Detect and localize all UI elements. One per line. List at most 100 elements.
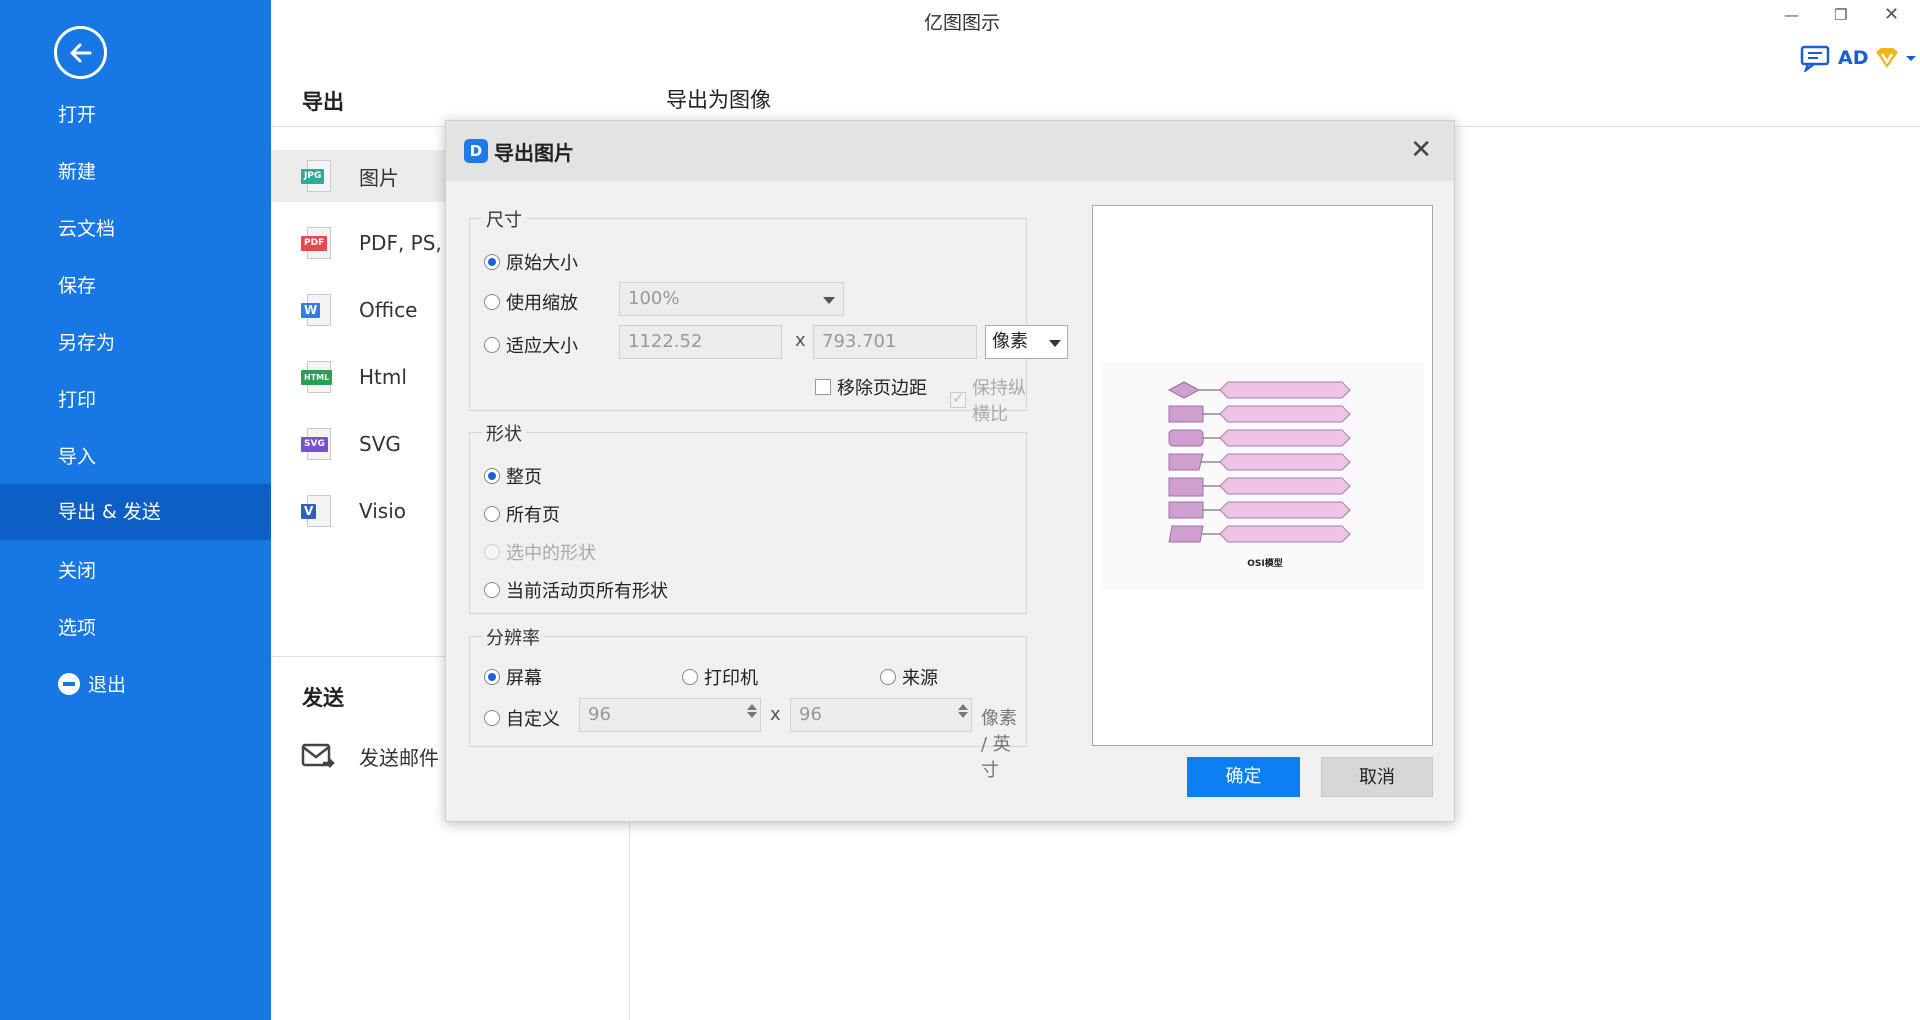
use-scale-radio[interactable] <box>484 294 500 310</box>
option-printer[interactable]: 打印机 <box>682 664 758 690</box>
dpi-y-spinner[interactable] <box>957 702 969 720</box>
format-label: SVG <box>359 432 401 456</box>
sidebar-item-save-as[interactable]: 另存为 <box>0 315 271 371</box>
sidebar-item-options[interactable]: 选项 <box>0 600 271 656</box>
option-label: 整页 <box>506 467 542 488</box>
format-label: 图片 <box>359 165 399 190</box>
shape-group: 形状 整页 所有页 选中的形状 当前活动页所有形状 <box>469 420 1027 614</box>
vip-badge-icon <box>1876 48 1899 68</box>
export-image-dialog: D 导出图片 ✕ 尺寸 原始大小 使用缩放 100% 适应大小 1122.52 … <box>445 120 1455 822</box>
restore-icon[interactable]: ❐ <box>1834 6 1847 24</box>
ok-button[interactable]: 确定 <box>1187 757 1300 797</box>
option-keep-ratio[interactable]: 保持纵横比 <box>950 374 1026 426</box>
dpi-x-input[interactable]: 96 <box>579 698 761 732</box>
osi-diagram-thumbnail: OSI模型 <box>1167 381 1351 569</box>
preview-caption: OSI模型 <box>1247 557 1282 569</box>
send-email-label: 发送邮件 <box>359 745 439 770</box>
option-label: 打印机 <box>704 668 758 689</box>
sidebar-item-label: 退出 <box>88 674 127 696</box>
option-fit-size[interactable]: 适应大小 <box>484 332 578 358</box>
account-area[interactable]: AD <box>1800 44 1917 72</box>
option-active-page-shapes[interactable]: 当前活动页所有形状 <box>484 577 668 603</box>
cancel-button[interactable]: 取消 <box>1321 757 1433 797</box>
chevron-down-icon <box>1906 56 1917 61</box>
option-label: 适应大小 <box>506 336 578 357</box>
sidebar-item-import[interactable]: 导入 <box>0 429 271 485</box>
all-pages-radio[interactable] <box>484 506 500 522</box>
dpi-y-value: 96 <box>799 704 822 725</box>
size-group: 尺寸 原始大小 使用缩放 100% 适应大小 1122.52 x 793.701… <box>469 206 1068 425</box>
keep-ratio-checkbox[interactable] <box>950 389 966 408</box>
arrow-left-icon <box>70 43 91 62</box>
minus-circle-icon <box>58 672 80 695</box>
resolution-group-title: 分辨率 <box>482 624 544 650</box>
back-button[interactable] <box>54 26 107 79</box>
close-window-icon[interactable]: ✕ <box>1884 4 1899 25</box>
option-all-pages[interactable]: 所有页 <box>484 501 560 527</box>
option-custom[interactable]: 自定义 <box>484 705 560 731</box>
fit-size-radio[interactable] <box>484 337 500 353</box>
option-label: 屏幕 <box>506 668 542 689</box>
screen-radio[interactable] <box>484 669 500 685</box>
size-group-title: 尺寸 <box>482 206 526 232</box>
dpi-x-spinner[interactable] <box>746 702 758 720</box>
sidebar-item-open[interactable]: 打开 <box>0 87 271 143</box>
format-label: PDF, PS, <box>359 231 442 255</box>
html-file-icon: HTML <box>301 361 333 393</box>
resolution-group: 分辨率 屏幕 打印机 来源 自定义 96 x 96 像素 / 英寸 <box>469 624 1027 781</box>
option-label: 选中的形状 <box>506 543 596 564</box>
option-screen[interactable]: 屏幕 <box>484 664 542 690</box>
sidebar-item-exit[interactable]: 退出 <box>0 657 271 713</box>
word-file-icon: W <box>301 294 331 326</box>
original-size-radio[interactable] <box>484 254 500 270</box>
option-label: 原始大小 <box>506 253 578 274</box>
dialog-header: D 导出图片 ✕ <box>446 121 1454 181</box>
shape-group-title: 形状 <box>482 420 526 446</box>
sidebar: 打开 新建 云文档 保存 另存为 打印 导入 导出 & 发送 关闭 选项 退出 <box>0 0 271 1020</box>
option-label: 保持纵横比 <box>972 378 1026 425</box>
source-radio[interactable] <box>880 669 896 685</box>
option-label: 移除页边距 <box>837 378 927 399</box>
sidebar-item-print[interactable]: 打印 <box>0 372 271 428</box>
width-input[interactable]: 1122.52 <box>619 325 782 359</box>
mail-send-icon <box>301 743 335 768</box>
option-source[interactable]: 来源 <box>880 664 938 690</box>
printer-radio[interactable] <box>682 669 698 685</box>
preview-image: OSI模型 <box>1102 362 1424 590</box>
active-page-shapes-radio[interactable] <box>484 582 500 598</box>
export-content-title: 导出为图像 <box>666 88 771 112</box>
svg-file-icon: SVG <box>301 428 331 460</box>
option-selected-shapes[interactable]: 选中的形状 <box>484 539 596 565</box>
selected-shapes-radio[interactable] <box>484 544 500 560</box>
option-whole-page[interactable]: 整页 <box>484 463 542 489</box>
option-original-size[interactable]: 原始大小 <box>484 249 578 275</box>
send-section-title: 发送 <box>302 686 344 710</box>
whole-page-radio[interactable] <box>484 468 500 484</box>
option-use-scale[interactable]: 使用缩放 <box>484 289 578 315</box>
size-unit-select[interactable]: 像素 <box>985 325 1068 359</box>
dialog-close-icon[interactable]: ✕ <box>1410 135 1432 165</box>
sidebar-item-cloud[interactable]: 云文档 <box>0 201 271 257</box>
format-label: Visio <box>359 499 407 523</box>
option-label: 自定义 <box>506 709 560 730</box>
jpg-file-icon: JPG <box>301 160 331 192</box>
sidebar-item-close[interactable]: 关闭 <box>0 543 271 599</box>
format-label: Html <box>359 365 407 389</box>
dialog-title: 导出图片 <box>494 141 574 165</box>
dpi-y-input[interactable]: 96 <box>790 698 972 732</box>
sidebar-item-save[interactable]: 保存 <box>0 258 271 314</box>
sidebar-item-export-send[interactable]: 导出 & 发送 <box>0 484 271 540</box>
dpi-x-value: 96 <box>588 704 611 725</box>
option-label: 当前活动页所有形状 <box>506 581 668 602</box>
minimize-icon[interactable]: — <box>1784 6 1799 24</box>
option-remove-margin[interactable]: 移除页边距 <box>815 374 927 400</box>
custom-radio[interactable] <box>484 710 500 726</box>
sidebar-item-new[interactable]: 新建 <box>0 144 271 200</box>
option-label: 所有页 <box>506 505 560 526</box>
height-input[interactable]: 793.701 <box>813 325 977 359</box>
chat-icon <box>1800 45 1830 72</box>
option-label: 来源 <box>902 668 938 689</box>
pdf-file-icon: PDF <box>301 227 331 259</box>
remove-margin-checkbox[interactable] <box>815 379 831 395</box>
scale-select[interactable]: 100% <box>619 282 844 316</box>
